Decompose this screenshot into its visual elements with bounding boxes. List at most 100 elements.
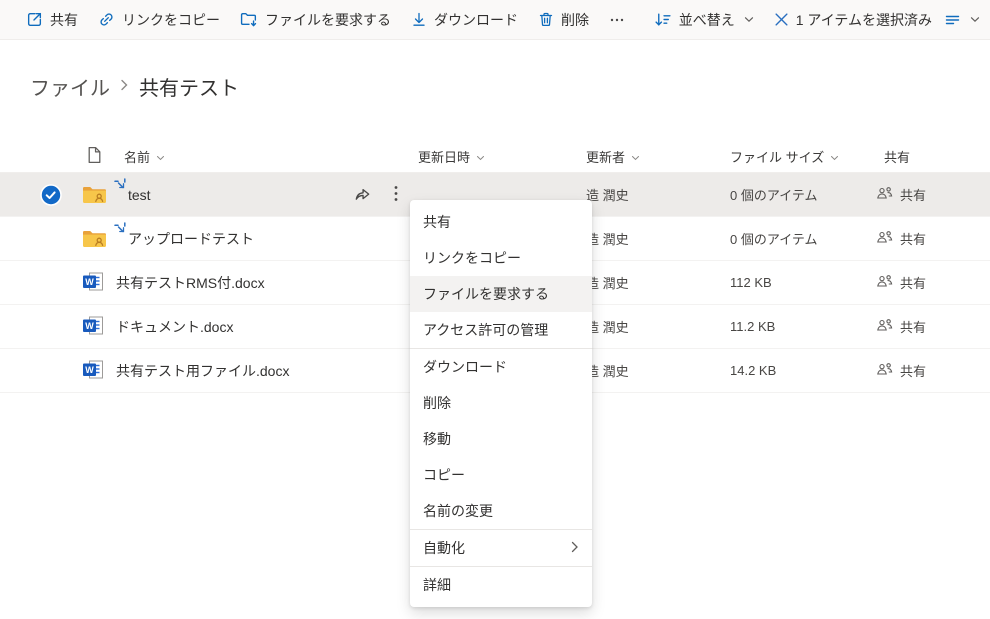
copy-link-button[interactable]: リンクをコピー — [88, 0, 230, 40]
cell-sharing[interactable]: 共有 — [872, 229, 990, 248]
cell-file-size: 0 個のアイテム — [722, 229, 872, 248]
menu-item-copy[interactable]: コピー — [410, 457, 592, 493]
menu-item-download[interactable]: ダウンロード — [410, 349, 592, 385]
menu-item-details[interactable]: 詳細 — [410, 567, 592, 603]
menu-item-copy-link[interactable]: リンクをコピー — [410, 240, 592, 276]
copy-link-button-label: リンクをコピー — [122, 10, 220, 30]
file-name[interactable]: アップロードテスト — [128, 229, 254, 249]
svg-text:W: W — [85, 277, 94, 287]
menu-item-request-files[interactable]: ファイルを要求する — [410, 276, 592, 312]
svg-text:W: W — [85, 321, 94, 331]
chevron-down-icon — [631, 149, 640, 164]
shared-folder-icon — [72, 185, 116, 205]
command-bar: 共有 リンクをコピー ファイルを要求する ダウンロード 削除 並べ替え 1 アイ… — [0, 0, 990, 40]
word-file-icon: W — [72, 316, 116, 337]
sort-button-label: 並べ替え — [679, 10, 735, 30]
header-name[interactable]: 名前 — [116, 147, 410, 166]
cell-sharing[interactable]: 共有 — [872, 273, 990, 292]
download-icon — [411, 11, 427, 28]
cell-modified-by: 造 潤史 — [578, 361, 722, 380]
header-file-size[interactable]: ファイル サイズ — [722, 147, 872, 166]
cell-modified-by: 造 潤史 — [578, 185, 722, 204]
sort-icon — [654, 11, 672, 28]
word-file-icon: W — [72, 272, 116, 293]
row-share-icon[interactable] — [353, 184, 372, 205]
menu-item-delete[interactable]: 削除 — [410, 385, 592, 421]
more-commands-button[interactable] — [599, 0, 635, 40]
file-name[interactable]: 共有テストRMS付.docx — [116, 273, 265, 293]
new-badge-icon — [114, 178, 126, 194]
cell-sharing[interactable]: 共有 — [872, 361, 990, 380]
request-file-icon — [240, 11, 258, 28]
header-name-label: 名前 — [124, 147, 150, 166]
request-files-button-label: ファイルを要求する — [265, 10, 391, 30]
header-modified[interactable]: 更新日時 — [410, 147, 578, 166]
header-sharing-label: 共有 — [884, 147, 910, 166]
delete-button[interactable]: 削除 — [528, 0, 599, 40]
cell-file-size: 0 個のアイテム — [722, 185, 872, 204]
breadcrumb-current: 共有テスト — [139, 72, 239, 101]
menu-item-share[interactable]: 共有 — [410, 204, 592, 240]
selection-status: 1 アイテムを選択済み — [796, 10, 932, 30]
people-icon — [876, 186, 893, 203]
document-icon — [87, 146, 102, 167]
command-bar-right: 並べ替え 1 アイテムを選択済み — [644, 0, 982, 40]
chevron-right-icon — [120, 75, 129, 98]
file-name[interactable]: test — [128, 187, 151, 203]
context-menu: 共有 リンクをコピー ファイルを要求する アクセス許可の管理 ダウンロード 削除… — [410, 200, 592, 607]
file-name[interactable]: ドキュメント.docx — [116, 317, 233, 337]
chevron-down-icon — [476, 149, 485, 164]
svg-text:W: W — [85, 365, 94, 375]
sharing-label: 共有 — [900, 361, 926, 380]
download-button[interactable]: ダウンロード — [401, 0, 528, 40]
sort-button[interactable]: 並べ替え — [644, 0, 764, 40]
header-modified-by-label: 更新者 — [586, 147, 625, 166]
cell-file-size: 14.2 KB — [722, 363, 872, 378]
delete-icon — [538, 11, 554, 28]
row-more-icon[interactable] — [394, 185, 398, 205]
menu-item-move[interactable]: 移動 — [410, 421, 592, 457]
list-header: 名前 更新日時 更新者 ファイル サイズ 共有 — [0, 141, 990, 173]
share-icon — [26, 11, 43, 28]
breadcrumb: ファイル 共有テスト — [30, 72, 990, 101]
menu-item-automate-label: 自動化 — [423, 538, 465, 558]
sharing-label: 共有 — [900, 317, 926, 336]
word-file-icon: W — [72, 360, 116, 381]
cell-sharing[interactable]: 共有 — [872, 185, 990, 204]
chevron-right-icon — [571, 540, 579, 556]
view-options-button[interactable] — [938, 0, 982, 40]
delete-button-label: 削除 — [561, 10, 589, 30]
sharing-label: 共有 — [900, 273, 926, 292]
menu-item-automate[interactable]: 自動化 — [410, 530, 592, 566]
people-icon — [876, 274, 893, 291]
chevron-down-icon — [744, 16, 754, 23]
dismiss-icon — [774, 12, 789, 27]
cell-modified-by: 造 潤史 — [578, 273, 722, 292]
menu-item-manage-access[interactable]: アクセス許可の管理 — [410, 312, 592, 348]
chevron-down-icon — [970, 16, 980, 23]
clear-selection-button[interactable]: 1 アイテムを選択済み — [764, 0, 938, 40]
header-file-type[interactable] — [72, 146, 116, 167]
new-badge-icon — [114, 222, 126, 238]
chevron-down-icon — [830, 149, 839, 164]
people-icon — [876, 318, 893, 335]
request-files-button[interactable]: ファイルを要求する — [230, 0, 401, 40]
people-icon — [876, 230, 893, 247]
row-checkbox-checked[interactable] — [30, 184, 72, 206]
people-icon — [876, 362, 893, 379]
sharing-label: 共有 — [900, 185, 926, 204]
shared-folder-icon — [72, 229, 116, 249]
header-sharing[interactable]: 共有 — [872, 147, 990, 166]
file-name[interactable]: 共有テスト用ファイル.docx — [116, 361, 289, 381]
download-button-label: ダウンロード — [434, 10, 518, 30]
share-button-label: 共有 — [50, 10, 78, 30]
breadcrumb-parent[interactable]: ファイル — [30, 72, 110, 101]
menu-item-rename[interactable]: 名前の変更 — [410, 493, 592, 529]
sharing-label: 共有 — [900, 229, 926, 248]
cell-modified-by: 造 潤史 — [578, 317, 722, 336]
header-modified-by[interactable]: 更新者 — [578, 147, 722, 166]
share-button[interactable]: 共有 — [16, 0, 88, 40]
cell-modified-by: 造 潤史 — [578, 229, 722, 248]
cell-sharing[interactable]: 共有 — [872, 317, 990, 336]
header-file-size-label: ファイル サイズ — [730, 147, 824, 166]
